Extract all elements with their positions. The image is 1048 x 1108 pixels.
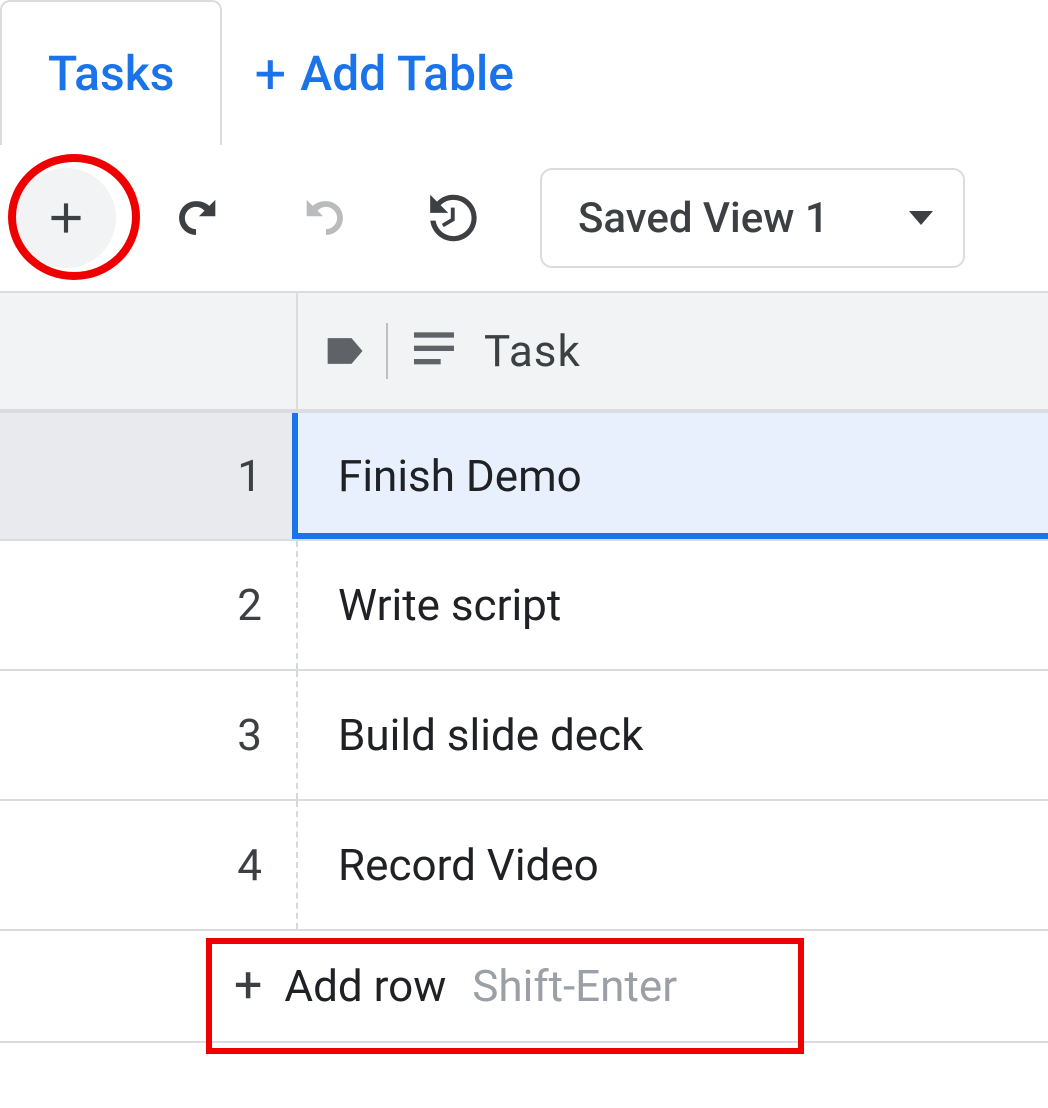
- chevron-down-icon: [909, 211, 933, 225]
- column-header-task-label: Task: [484, 325, 581, 377]
- saved-view-select[interactable]: Saved View 1: [540, 168, 965, 268]
- cell-task[interactable]: Write script: [298, 541, 1048, 669]
- row-number: 4: [0, 801, 298, 929]
- undo-button[interactable]: [146, 168, 246, 268]
- undo-icon: [167, 189, 225, 247]
- add-table-button[interactable]: + Add Table: [222, 0, 561, 145]
- tab-tasks-label: Tasks: [48, 45, 174, 102]
- cell-task[interactable]: Record Video: [298, 801, 1048, 929]
- tab-tasks[interactable]: Tasks: [0, 0, 222, 145]
- plus-icon: [41, 193, 91, 243]
- insert-button[interactable]: [16, 168, 116, 268]
- redo-button[interactable]: [276, 168, 376, 268]
- plus-icon: +: [254, 46, 286, 102]
- separator: [386, 323, 388, 379]
- redo-icon: [297, 189, 355, 247]
- add-row-shortcut: Shift-Enter: [472, 960, 677, 1012]
- row-number: 1: [0, 413, 298, 539]
- text-column-icon: [414, 325, 454, 377]
- history-icon: [425, 187, 487, 249]
- add-table-label: Add Table: [300, 45, 514, 102]
- row-number: 3: [0, 671, 298, 799]
- add-row-label: Add row: [284, 960, 446, 1012]
- rownum-header[interactable]: [0, 293, 298, 409]
- row-number: 2: [0, 541, 298, 669]
- row-1[interactable]: 1 Finish Demo: [0, 411, 1048, 541]
- add-row-button[interactable]: + Add row Shift-Enter: [0, 931, 1048, 1043]
- label-icon: [324, 333, 368, 369]
- row-2[interactable]: 2 Write script: [0, 541, 1048, 671]
- version-history-button[interactable]: [406, 168, 506, 268]
- row-4[interactable]: 4 Record Video: [0, 801, 1048, 931]
- plus-icon: +: [234, 961, 262, 1011]
- saved-view-label: Saved View 1: [578, 194, 829, 243]
- cell-task[interactable]: Finish Demo: [298, 413, 1048, 539]
- cell-task[interactable]: Build slide deck: [298, 671, 1048, 799]
- row-3[interactable]: 3 Build slide deck: [0, 671, 1048, 801]
- column-header-task[interactable]: Task: [298, 293, 1048, 409]
- grid-header: Task: [0, 293, 1048, 411]
- toolbar: Saved View 1: [0, 145, 1048, 293]
- tab-bar: Tasks + Add Table: [0, 0, 1048, 145]
